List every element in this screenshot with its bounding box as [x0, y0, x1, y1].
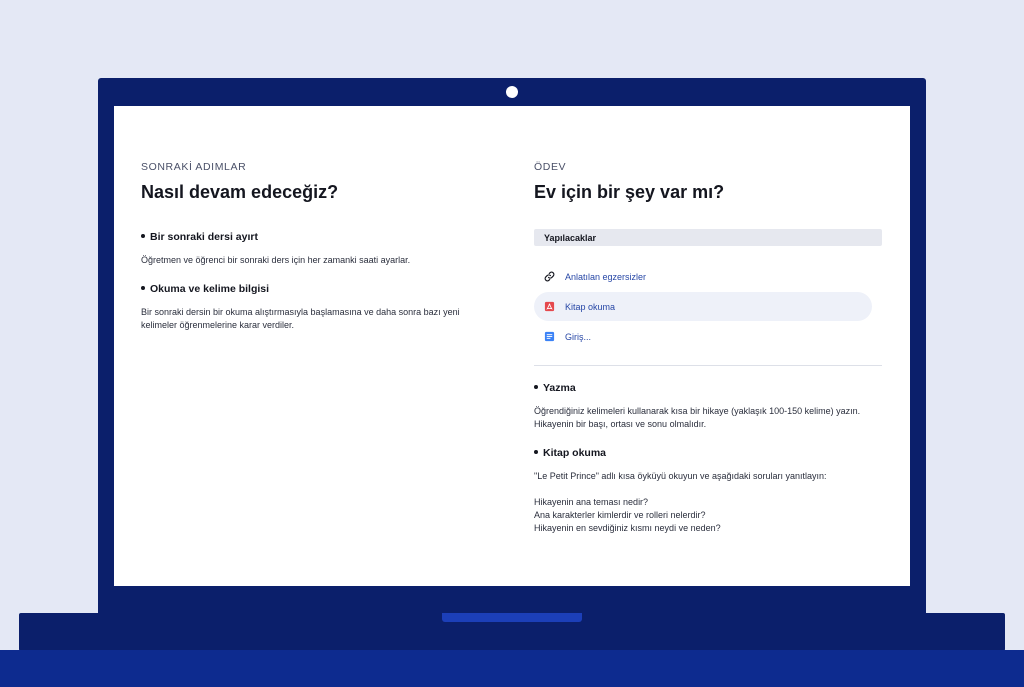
bullet-icon — [141, 286, 145, 291]
divider — [534, 365, 882, 366]
desk — [0, 650, 1024, 687]
body-line: Hikayenin en sevdiğiniz kısmı neydi ve n… — [534, 523, 721, 533]
homework-heading: Ev için bir şey var mı? — [534, 182, 725, 202]
todo-item-exercises[interactable]: Anlatılan egzersizler — [534, 262, 872, 291]
todo-item-label: Giriş... — [565, 331, 591, 342]
todo-header: Yapılacaklar — [534, 229, 882, 246]
section-title-text: Kitap okuma — [543, 447, 607, 459]
link-icon — [543, 271, 555, 283]
body-line: "Le Petit Prince" adlı kısa öyküyü okuyu… — [534, 471, 827, 481]
todo-item-intro[interactable]: Giriş... — [534, 322, 872, 351]
next-steps-heading: Nasıl devam edeceğiz? — [141, 182, 339, 202]
body-line: Ana karakterler kimlerdir ve rolleri nel… — [534, 510, 706, 520]
homework-eyebrow: ÖDEV — [534, 161, 567, 173]
webcam-icon — [506, 86, 518, 98]
body-line: Öğrendiğiniz kelimeleri kullanarak kısa … — [534, 406, 861, 416]
section-title: Yazma — [534, 382, 576, 394]
section-title: Okuma ve kelime bilgisi — [141, 283, 269, 295]
todo-item-label: Anlatılan egzersizler — [565, 271, 647, 282]
body-line: Hikayenin ana teması nedir? — [534, 497, 649, 507]
bullet-icon — [534, 450, 538, 455]
section-body: Öğretmen ve öğrenci bir sonraki ders içi… — [141, 255, 411, 265]
todo-item-label: Kitap okuma — [565, 301, 616, 312]
laptop-notch — [442, 613, 582, 622]
bullet-icon — [534, 385, 538, 390]
section-title-text: Bir sonraki dersi ayırt — [150, 231, 258, 243]
laptop-screen: SONRAKİ ADIMLAR Nasıl devam edeceğiz? Bi… — [114, 106, 910, 586]
section-body: Bir sonraki dersin bir okuma alıştırması… — [141, 307, 460, 330]
section-body: Öğrendiğiniz kelimeleri kullanarak kısa … — [534, 405, 894, 431]
pdf-icon — [543, 301, 555, 313]
section-body: "Le Petit Prince" adlı kısa öyküyü okuyu… — [534, 470, 894, 535]
section-title-text: Okuma ve kelime bilgisi — [150, 283, 270, 295]
section-title: Bir sonraki dersi ayırt — [141, 231, 258, 243]
todo-item-book-reading[interactable]: Kitap okuma — [534, 292, 872, 321]
body-line: Hikayenin bir başı, ortası ve sonu olmal… — [534, 419, 707, 429]
section-title-text: Yazma — [543, 382, 576, 394]
document-icon — [543, 331, 555, 343]
next-steps-eyebrow: SONRAKİ ADIMLAR — [141, 161, 247, 173]
bullet-icon — [141, 234, 145, 239]
section-title: Kitap okuma — [534, 447, 606, 459]
